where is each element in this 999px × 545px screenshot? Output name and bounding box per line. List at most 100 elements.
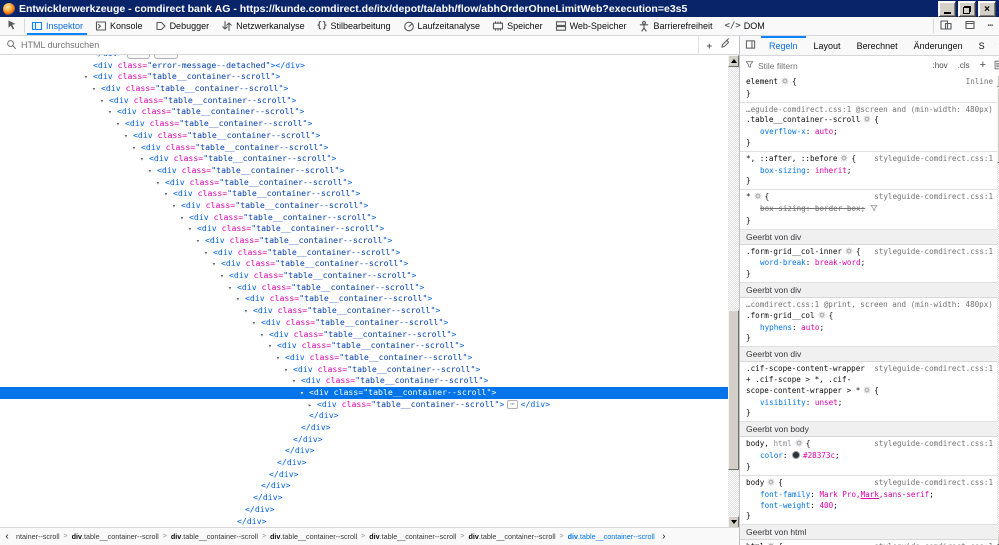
minimize-button[interactable] bbox=[938, 0, 956, 17]
media-query-line[interactable]: …comdirect.css:1 @print, screen and (min… bbox=[746, 300, 993, 311]
css-declaration[interactable]: box-sizing: border-box; bbox=[746, 204, 993, 216]
rule-selector[interactable]: scope-content-wrapper > *{ bbox=[746, 386, 993, 398]
tree-row[interactable]: ▾ <div class="table__container--scroll"> bbox=[0, 118, 728, 130]
tab-dom[interactable]: </> DOM bbox=[719, 17, 771, 35]
caret-down-icon[interactable]: ▾ bbox=[993, 36, 999, 55]
gear-icon[interactable] bbox=[818, 311, 826, 323]
tree-row[interactable]: ▾ <div class="table__container--scroll"> bbox=[0, 223, 728, 235]
gear-icon[interactable] bbox=[767, 478, 775, 490]
tree-row[interactable]: ▾ <div class="table__container--scroll"> bbox=[0, 247, 728, 259]
tree-row[interactable]: ▸ <div class="table__container--scroll"> ⋯… bbox=[0, 399, 728, 411]
class-toggle-button[interactable]: .cls bbox=[955, 61, 973, 70]
tree-row[interactable]: ▾ <div class="table__container--scroll"> bbox=[0, 293, 728, 305]
markup-scrollbar[interactable] bbox=[728, 55, 739, 528]
tree-row[interactable]: ▾ <div class="table__container--scroll"> bbox=[0, 258, 728, 270]
tree-row[interactable]: ▾ <div class="table__container--scroll"> bbox=[0, 71, 728, 83]
collapse-arrow-icon[interactable]: ▾ bbox=[300, 388, 309, 400]
rule-selector[interactable]: styleguide-comdirect.css:1 .cif-scope-con… bbox=[746, 364, 993, 375]
scroll-up-button[interactable] bbox=[728, 55, 739, 67]
rule-selector[interactable]: + .cif-scope > *, .cif- bbox=[746, 375, 993, 386]
gear-icon[interactable] bbox=[781, 77, 789, 89]
collapse-arrow-icon[interactable]: ▾ bbox=[276, 353, 285, 365]
tree-row[interactable]: </div> bbox=[0, 516, 728, 528]
gear-icon[interactable] bbox=[754, 192, 762, 204]
tree-row[interactable]: </div> bbox=[0, 434, 728, 446]
css-declaration[interactable]: visibility: unset; bbox=[746, 398, 993, 409]
tree-row[interactable]: ▾ <div class="table__container--scroll"> bbox=[0, 235, 728, 247]
tree-row[interactable]: </div> bbox=[0, 410, 728, 422]
tree-row[interactable]: </div> bbox=[0, 480, 728, 492]
breadcrumb-item[interactable]: div.table__container--scroll bbox=[70, 532, 161, 541]
tree-row[interactable]: ▾ <div class="table__container--scroll"> bbox=[0, 282, 728, 294]
tree-row[interactable]: ▾ <div class="table__container--scroll"> bbox=[0, 177, 728, 189]
tab-debugger[interactable]: Debugger bbox=[149, 17, 216, 35]
sidebar-tab-berechnet[interactable]: Berechnet bbox=[849, 36, 906, 55]
tab-inspektor[interactable]: Inspektor bbox=[25, 17, 89, 35]
tree-row[interactable]: ▾ <div class="table__container--scroll"> bbox=[0, 305, 728, 317]
css-declaration[interactable]: font-weight: 400; bbox=[746, 501, 993, 512]
tree-row[interactable]: ▾ <div class="table__container--scroll"> bbox=[0, 212, 728, 224]
sidebar-tab-änderungen[interactable]: Änderungen bbox=[906, 36, 971, 55]
tab-barrierefreiheit[interactable]: Barrierefreiheit bbox=[632, 17, 718, 35]
stylesheet-source-link[interactable]: styleguide-comdirect.css:1 bbox=[874, 247, 993, 258]
tree-row[interactable]: </div> bbox=[0, 504, 728, 516]
css-declaration[interactable]: word-break: break-word; bbox=[746, 258, 993, 269]
tree-row[interactable]: ▾ <div class="table__container--scroll"> bbox=[0, 130, 728, 142]
gear-icon[interactable] bbox=[795, 439, 803, 451]
tree-row[interactable]: ▾ <div class="table__container--scroll"> bbox=[0, 317, 728, 329]
tree-row[interactable]: ▾ <div class="table__container--scroll"> bbox=[0, 352, 728, 364]
css-declaration[interactable]: box-sizing: inherit; bbox=[746, 166, 993, 177]
tree-row-selected[interactable]: ▾ <div class="table__container--scroll"> bbox=[0, 386, 728, 400]
tab-web-speicher[interactable]: Web-Speicher bbox=[549, 17, 633, 35]
rule-selector[interactable]: Inline element{ bbox=[746, 77, 993, 89]
sidebar-tab-layout[interactable]: Layout bbox=[806, 36, 849, 55]
sheet-icon[interactable] bbox=[993, 60, 999, 72]
gear-icon[interactable] bbox=[863, 386, 871, 398]
rule-selector[interactable]: styleguide-comdirect.css:1 *, ::after, ::… bbox=[746, 154, 993, 166]
gear-icon[interactable] bbox=[840, 154, 848, 166]
close-button[interactable]: × bbox=[978, 0, 996, 17]
tree-row[interactable]: </div> bbox=[0, 469, 728, 481]
collapse-arrow-icon[interactable]: ▾ bbox=[124, 131, 133, 143]
breadcrumb-item[interactable]: div.table__container--scroll bbox=[466, 532, 557, 541]
collapse-arrow-icon[interactable]: ▾ bbox=[148, 166, 157, 178]
restore-button[interactable] bbox=[958, 0, 976, 17]
tree-row[interactable]: ▾ <div class="table__container--scroll"> bbox=[0, 165, 728, 177]
tree-row[interactable]: ▾ <div class="table__container--scroll"> bbox=[0, 188, 728, 200]
breadcrumb-item-selected[interactable]: div.table__container--scroll bbox=[566, 532, 657, 541]
collapse-arrow-icon[interactable]: ▾ bbox=[196, 236, 205, 248]
tree-row[interactable]: ▾ <div class="table__container--scroll"> bbox=[0, 340, 728, 352]
breadcrumb-item[interactable]: div.table__container--scroll bbox=[169, 532, 260, 541]
rule-selector[interactable]: styleguide-comdirect.css:1 *{ bbox=[746, 192, 993, 204]
markup-tree[interactable]: </div> eventscroll <div class="error-mess… bbox=[0, 55, 728, 528]
separate-window-icon[interactable] bbox=[958, 17, 982, 35]
rule-selector[interactable]: styleguide-comdirect.css:1 .form-grid__co… bbox=[746, 247, 993, 259]
tab-konsole[interactable]: Konsole bbox=[89, 17, 149, 35]
element-badge[interactable]: scroll bbox=[154, 55, 178, 59]
responsive-mode-icon[interactable] bbox=[934, 17, 958, 35]
breadcrumb-item[interactable]: div.table__container--scroll bbox=[268, 532, 359, 541]
breadcrumb-item[interactable]: div.table__container--scroll bbox=[367, 532, 458, 541]
css-declaration[interactable]: font-family: Mark Pro,Mark,sans-serif; bbox=[746, 490, 993, 501]
color-swatch-icon[interactable] bbox=[792, 450, 801, 459]
style-filter-input[interactable]: Stile filtern bbox=[758, 61, 926, 71]
tab-laufzeitanalyse[interactable]: Laufzeitanalyse bbox=[397, 17, 487, 35]
tree-row[interactable]: </div> bbox=[0, 445, 728, 457]
html-search-input[interactable]: HTML durchsuchen bbox=[0, 39, 698, 52]
rule-selector[interactable]: .form-grid__col{ bbox=[746, 311, 993, 323]
stylesheet-source-link[interactable]: styleguide-comdirect.css:1 bbox=[874, 439, 993, 450]
tab-speicher[interactable]: Speicher bbox=[486, 17, 549, 35]
breadcrumb-scroll-left[interactable]: ‹ bbox=[0, 529, 14, 544]
stylesheet-source-link[interactable]: styleguide-comdirect.css:1 bbox=[874, 192, 993, 203]
rule-selector[interactable]: styleguide-comdirect.css:1 body{ bbox=[746, 478, 993, 490]
breadcrumb-item[interactable]: ntainer--scroll bbox=[14, 532, 62, 541]
tree-row[interactable]: ▾ <div class="table__container--scroll"> bbox=[0, 329, 728, 341]
add-rule-button[interactable]: + bbox=[977, 60, 989, 71]
plus-icon[interactable]: + bbox=[707, 36, 712, 54]
stylesheet-source-link[interactable]: styleguide-comdirect.css:1 bbox=[874, 478, 993, 489]
tree-row[interactable]: ▾ <div class="table__container--scroll"> bbox=[0, 375, 728, 387]
rule-selector[interactable]: .table__container--scroll{ bbox=[746, 115, 993, 127]
tab-netzwerkanalyse[interactable]: Netzwerkanalyse bbox=[215, 17, 311, 35]
tree-row[interactable]: </div> bbox=[0, 492, 728, 504]
rule-selector[interactable]: styleguide-comdirect.css:1 body, html{ bbox=[746, 439, 993, 451]
